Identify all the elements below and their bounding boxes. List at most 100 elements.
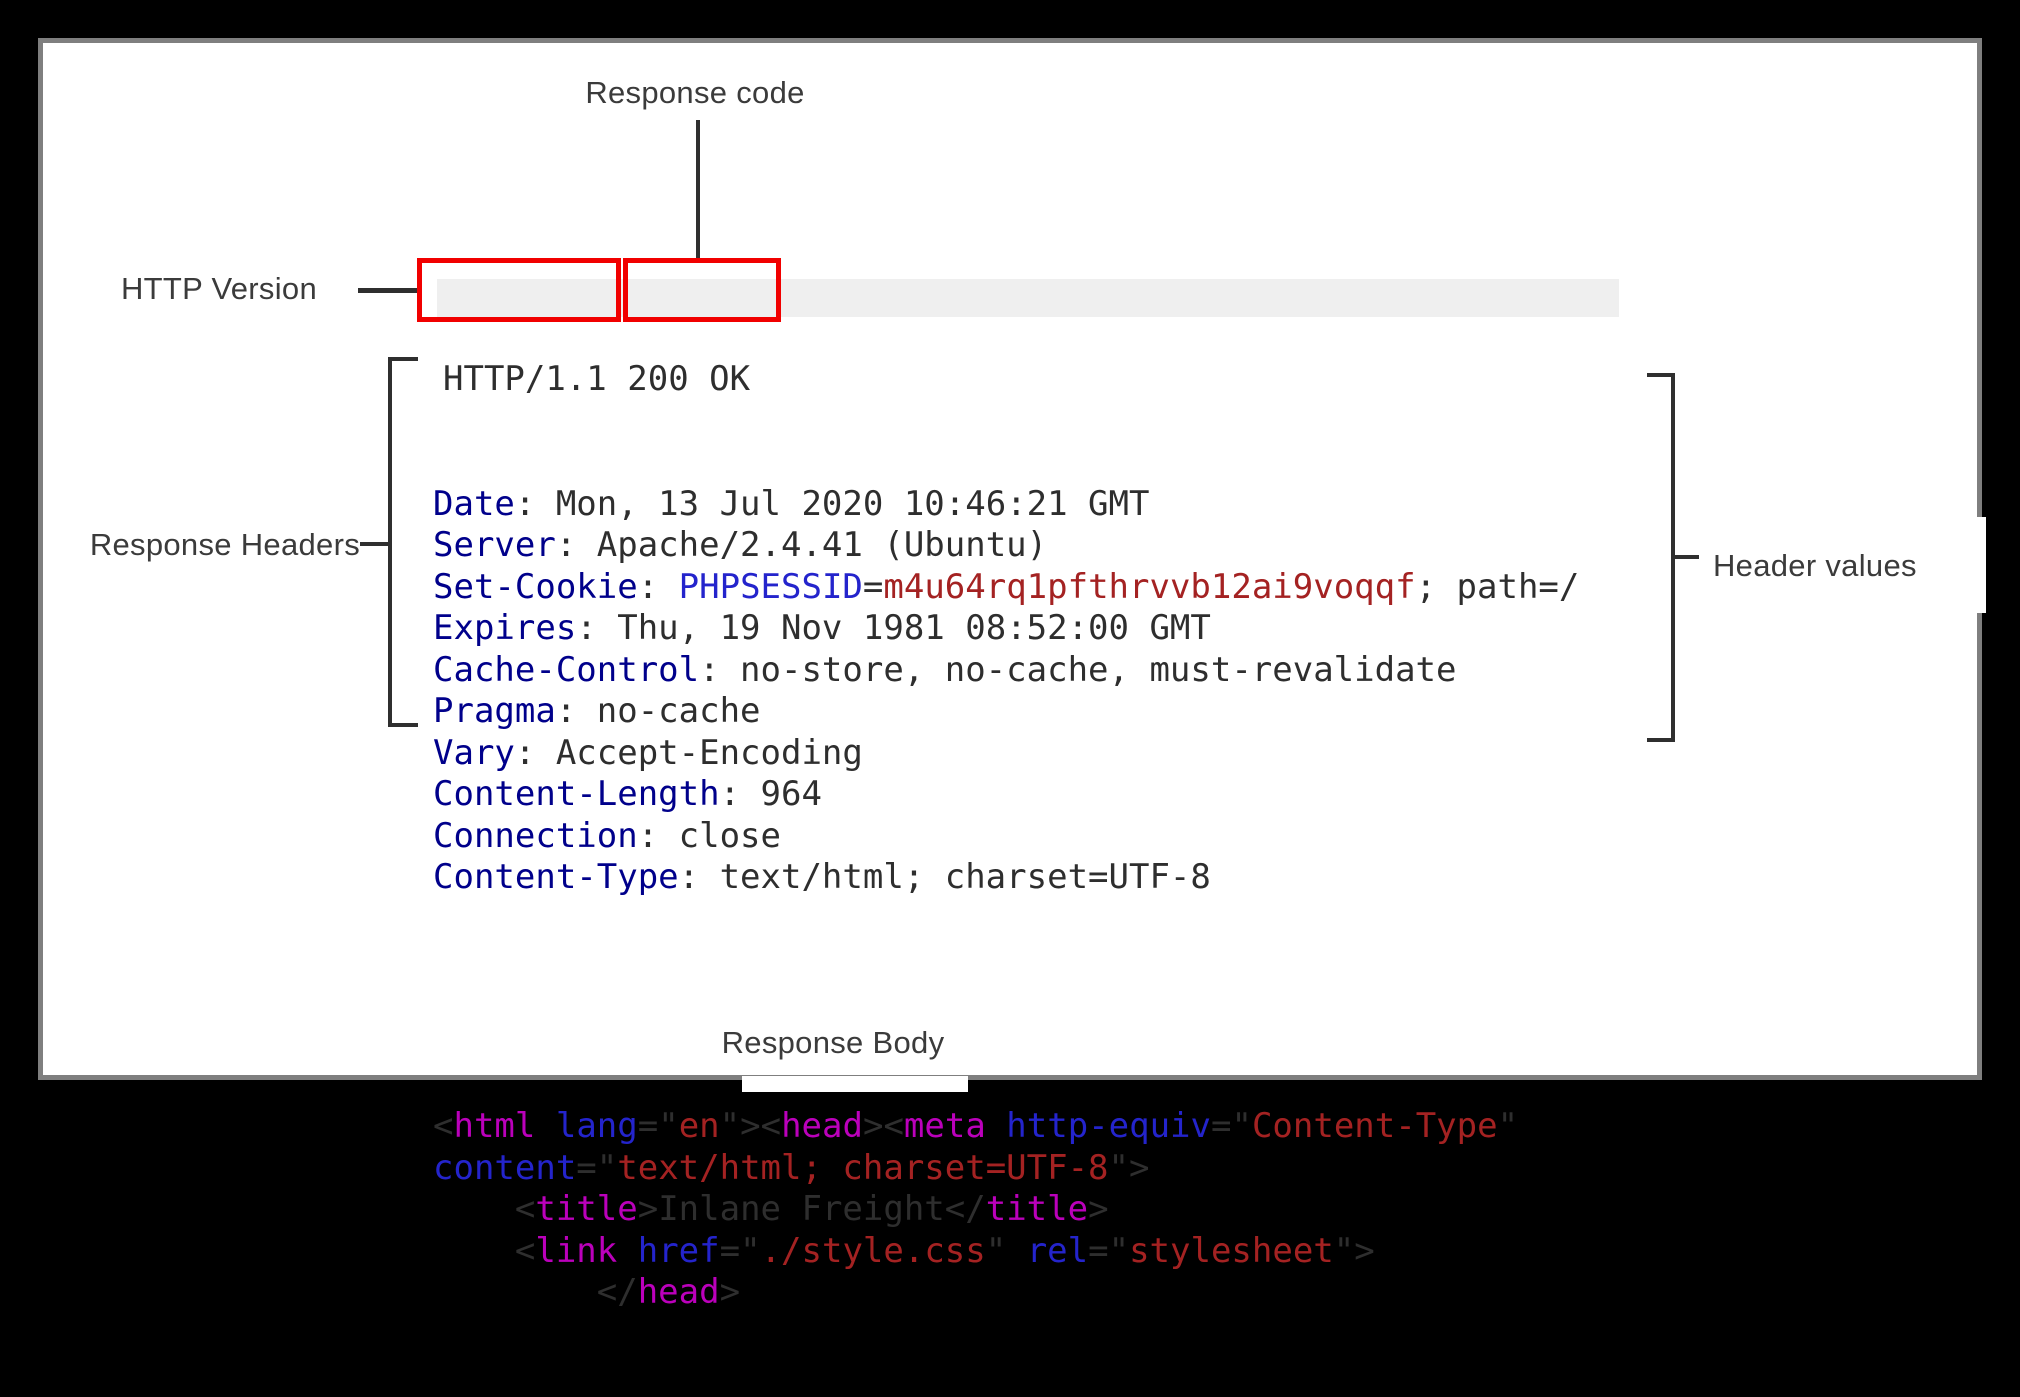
response-body-line: content="text/html; charset=UTF-8"> <box>433 1148 1579 1190</box>
code-segment: Inlane Freight <box>658 1189 945 1229</box>
code-segment: ">< <box>720 1106 781 1146</box>
code-segment: : Accept-Encoding <box>515 733 863 773</box>
response-header-line: Date: Mon, 13 Jul 2020 10:46:21 GMT <box>433 484 1579 526</box>
code-segment: " <box>986 1231 1027 1271</box>
response-body-line: <link href="./style.css" rel="stylesheet… <box>433 1231 1579 1273</box>
code-segment: Pragma <box>433 691 556 731</box>
code-segment: Expires <box>433 608 576 648</box>
code-segment: m4u64rq1pfthrvvb12ai9voqqf <box>883 567 1415 607</box>
code-segment: "> <box>1109 1148 1150 1188</box>
code-segment: stylesheet <box>1129 1231 1334 1271</box>
response-headers-block: Date: Mon, 13 Jul 2020 10:46:21 GMTServe… <box>433 484 1579 899</box>
code-segment: title <box>535 1189 637 1229</box>
status-separator <box>607 359 627 399</box>
response-header-line: Server: Apache/2.4.41 (Ubuntu) <box>433 525 1579 567</box>
code-segment: Date <box>433 484 515 524</box>
code-segment: =" <box>1211 1106 1252 1146</box>
figure-http-response-diagram: { "colors": { "background": "#000000", "… <box>0 0 2020 1127</box>
response-header-line: Expires: Thu, 19 Nov 1981 08:52:00 GMT <box>433 608 1579 650</box>
code-segment: =" <box>576 1148 617 1188</box>
code-segment: : close <box>638 816 781 856</box>
code-segment: : <box>638 567 679 607</box>
response-code-label: Response code <box>545 73 845 113</box>
response-header-line: Connection: close <box>433 816 1579 858</box>
code-segment: > <box>720 1272 740 1312</box>
code-segment: meta <box>904 1106 986 1146</box>
code-segment <box>535 1106 555 1146</box>
header-values-bracket-top-tick <box>1647 373 1671 377</box>
code-segment: Content-Type <box>1252 1106 1498 1146</box>
status-line: HTTP/1.1 200 OK <box>433 359 1579 401</box>
code-segment <box>617 1231 637 1271</box>
response-header-line: Set-Cookie: PHPSESSID=m4u64rq1pfthrvvb12… <box>433 567 1579 609</box>
status-code-highlight-box <box>623 258 781 322</box>
header-values-label-tick <box>1675 555 1699 559</box>
code-segment: Vary <box>433 733 515 773</box>
code-segment: =" <box>1088 1231 1129 1271</box>
code-segment: Content-Type <box>433 857 679 897</box>
code-segment: Set-Cookie <box>433 567 638 607</box>
code-segment: link <box>535 1231 617 1271</box>
code-segment: " <box>1498 1106 1518 1146</box>
header-values-bracket-bottom-tick <box>1647 738 1671 742</box>
http-version-label: HTTP Version <box>63 269 317 309</box>
code-segment: : Apache/2.4.41 (Ubuntu) <box>556 525 1047 565</box>
code-segment: < <box>433 1231 535 1271</box>
code-segment: > <box>638 1189 658 1229</box>
code-segment: rel <box>1027 1231 1088 1271</box>
code-segment: PHPSESSID <box>679 567 863 607</box>
code-segment: : Thu, 19 Nov 1981 08:52:00 GMT <box>576 608 1211 648</box>
response-headers-label: Response Headers <box>43 525 360 565</box>
response-headers-bracket-bottom-tick <box>388 723 418 727</box>
code-segment: =" <box>720 1231 761 1271</box>
code-segment: en <box>679 1106 720 1146</box>
response-body-line: <title>Inlane Freight</title> <box>433 1189 1579 1231</box>
code-segment: head <box>781 1106 863 1146</box>
code-segment: lang <box>556 1106 638 1146</box>
right-edge-notch <box>1959 517 1986 613</box>
code-segment: ; path=/ <box>1416 567 1580 607</box>
code-segment: head <box>638 1272 720 1312</box>
code-segment: </ <box>945 1189 986 1229</box>
response-headers-bracket-top-tick <box>388 357 418 361</box>
code-segment: : Mon, 13 Jul 2020 10:46:21 GMT <box>515 484 1150 524</box>
response-header-line: Cache-Control: no-store, no-cache, must-… <box>433 650 1579 692</box>
code-segment: ./style.css <box>761 1231 986 1271</box>
code-segment: Connection <box>433 816 638 856</box>
diagram-panel: Response code HTTP Version HTTP/1.1 200 … <box>38 38 1982 1080</box>
response-body-block: <html lang="en"><head><meta http-equiv="… <box>433 1106 1579 1314</box>
response-body-line: </head> <box>433 1272 1579 1314</box>
header-values-label: Header values <box>1713 546 1917 586</box>
http-version-connector-line <box>358 288 421 293</box>
status-http-version: HTTP/1.1 <box>443 359 607 399</box>
code-segment: =" <box>638 1106 679 1146</box>
code-segment: http-equiv <box>1006 1106 1211 1146</box>
code-segment: text/html; charset=UTF-8 <box>617 1148 1108 1188</box>
code-segment: < <box>433 1106 453 1146</box>
code-segment: = <box>863 567 883 607</box>
code-segment: html <box>453 1106 535 1146</box>
code-segment: > <box>1088 1189 1108 1229</box>
code-segment: "> <box>1334 1231 1375 1271</box>
code-segment <box>986 1106 1006 1146</box>
response-header-line: Content-Length: 964 <box>433 774 1579 816</box>
http-version-highlight-box <box>417 258 621 322</box>
status-code: 200 OK <box>627 359 750 399</box>
code-segment: Cache-Control <box>433 650 699 690</box>
response-header-line: Vary: Accept-Encoding <box>433 733 1579 775</box>
code-segment: < <box>433 1189 535 1229</box>
code-segment: : no-store, no-cache, must-revalidate <box>699 650 1456 690</box>
blank-line <box>433 982 1579 1024</box>
code-segment: href <box>638 1231 720 1271</box>
response-header-line: Pragma: no-cache <box>433 691 1579 733</box>
code-segment: : text/html; charset=UTF-8 <box>679 857 1211 897</box>
code-segment: Server <box>433 525 556 565</box>
response-code-connector-line <box>696 120 700 258</box>
response-headers-bracket-vertical <box>388 357 392 727</box>
code-segment: content <box>433 1148 576 1188</box>
code-segment: Content-Length <box>433 774 720 814</box>
bottom-edge-notch <box>742 1076 968 1092</box>
code-segment: : 964 <box>720 774 822 814</box>
code-segment: : no-cache <box>556 691 761 731</box>
code-segment: </ <box>433 1272 638 1312</box>
